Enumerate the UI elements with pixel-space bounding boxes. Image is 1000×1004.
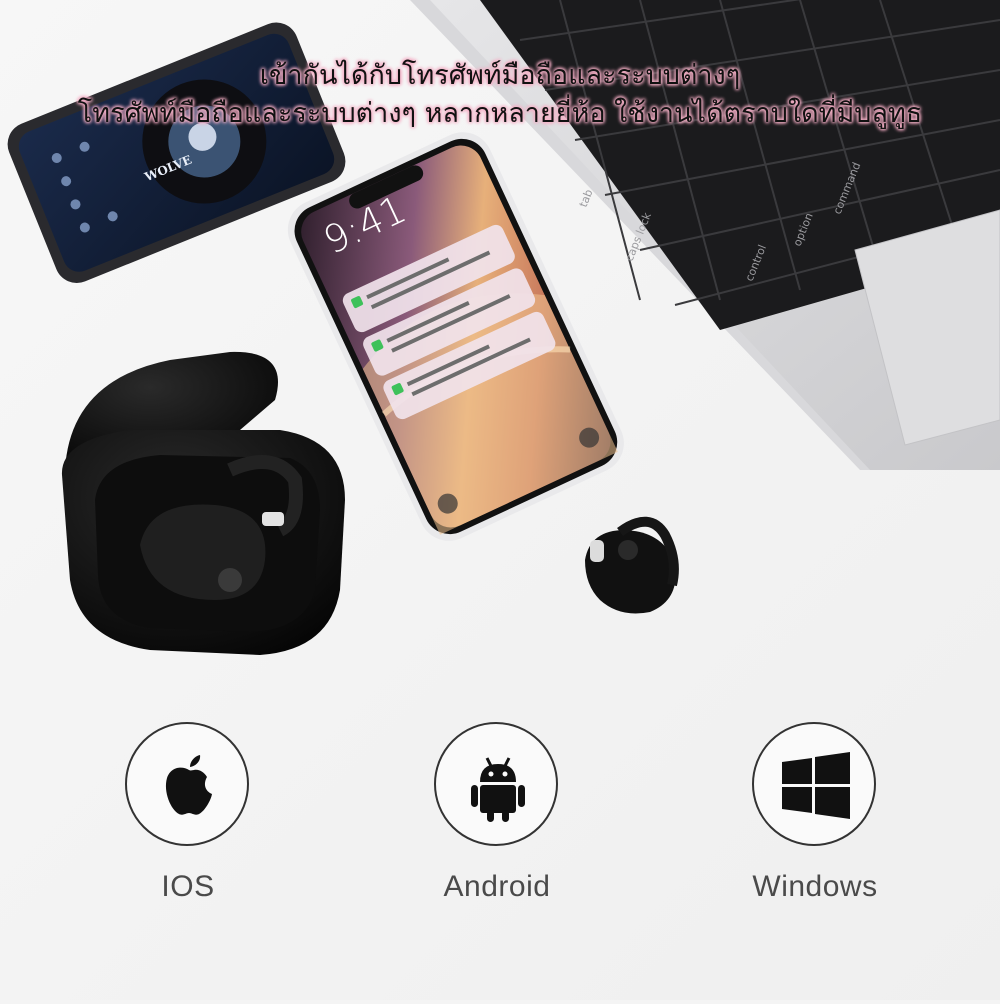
apple-icon (165, 755, 212, 815)
headline: เข้ากันได้กับโทรศัพท์มือถือและระบบต่างๆ … (0, 58, 1000, 134)
android-circle (434, 722, 558, 846)
ios-label: IOS (161, 870, 215, 903)
windows-label: Windows (752, 870, 878, 903)
android-label: Android (443, 870, 551, 903)
ios-circle (125, 722, 249, 846)
windows-circle (752, 722, 876, 846)
product-scene: tab caps lock control option command WOL… (0, 0, 1000, 1000)
headline-line-2: โทรศัพท์มือถือและระบบต่างๆ หลากหลายยี่ห้… (77, 98, 923, 129)
headline-line-1: เข้ากันได้กับโทรศัพท์มือถือและระบบต่างๆ (259, 60, 741, 91)
android-icon (471, 757, 525, 822)
windows-icon (782, 752, 850, 819)
os-compatibility-row: IOS Android Windows (0, 722, 1000, 922)
